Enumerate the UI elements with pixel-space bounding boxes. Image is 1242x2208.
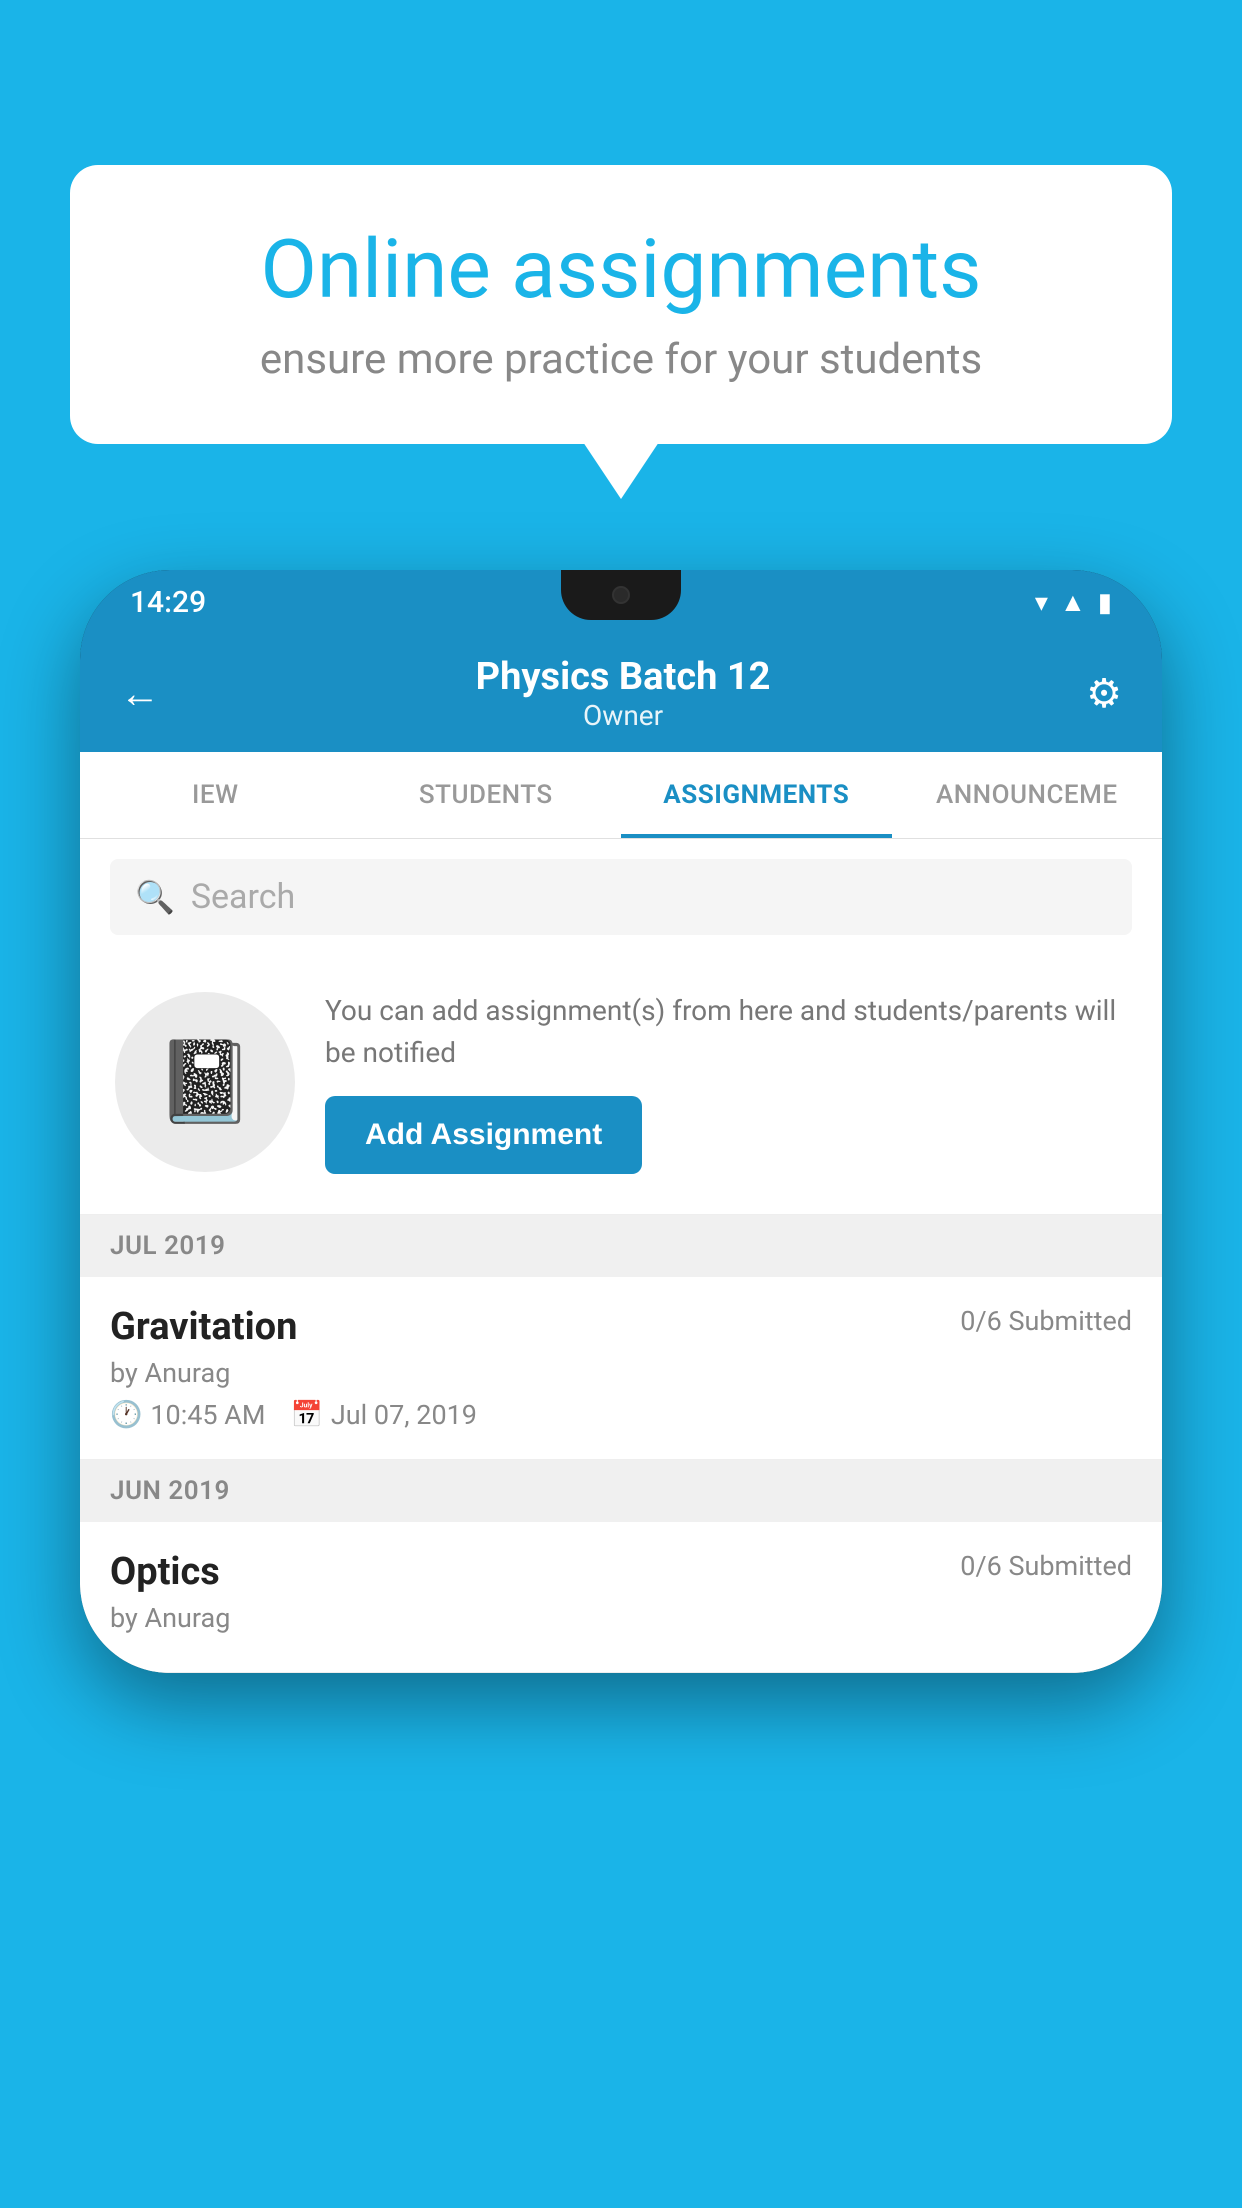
status-bar: 14:29 ▾ ▲ ▮ — [80, 570, 1162, 635]
assignment-item-gravitation[interactable]: Gravitation 0/6 Submitted by Anurag 🕐 10… — [80, 1277, 1162, 1460]
assignment-icon-circle: 📓 — [115, 992, 295, 1172]
assignment-meta-gravitation: 🕐 10:45 AM 📅 Jul 07, 2019 — [110, 1399, 1132, 1431]
tabs-bar: IEW STUDENTS ASSIGNMENTS ANNOUNCEME — [80, 752, 1162, 839]
section-jul-2019: JUL 2019 — [80, 1215, 1162, 1277]
tab-students[interactable]: STUDENTS — [351, 752, 622, 838]
app-header: ← Physics Batch 12 Owner ⚙ — [80, 635, 1162, 752]
speech-bubble: Online assignments ensure more practice … — [70, 165, 1172, 444]
assignment-header-optics: Optics 0/6 Submitted — [110, 1550, 1132, 1594]
search-icon: 🔍 — [135, 878, 175, 916]
wifi-icon: ▾ — [1035, 588, 1048, 618]
add-assignment-button[interactable]: Add Assignment — [325, 1096, 642, 1174]
assignment-submitted-optics: 0/6 Submitted — [960, 1550, 1132, 1582]
book-icon: 📓 — [155, 1035, 255, 1129]
settings-icon[interactable]: ⚙ — [1086, 670, 1122, 717]
meta-time-gravitation: 🕐 10:45 AM — [110, 1399, 266, 1431]
assignment-name-gravitation: Gravitation — [110, 1305, 297, 1349]
search-container: 🔍 Search — [80, 839, 1162, 955]
status-notch — [561, 570, 681, 620]
cta-content: You can add assignment(s) from here and … — [325, 990, 1127, 1174]
assignment-name-optics: Optics — [110, 1550, 220, 1594]
signal-icon: ▲ — [1060, 587, 1086, 618]
assignment-item-optics[interactable]: Optics 0/6 Submitted by Anurag — [80, 1522, 1162, 1673]
assignment-by-gravitation: by Anurag — [110, 1357, 1132, 1389]
search-input-wrapper[interactable]: 🔍 Search — [110, 859, 1132, 935]
cta-card: 📓 You can add assignment(s) from here an… — [80, 955, 1162, 1215]
tab-assignments[interactable]: ASSIGNMENTS — [621, 752, 892, 838]
assignment-header-gravitation: Gravitation 0/6 Submitted — [110, 1305, 1132, 1349]
cta-description: You can add assignment(s) from here and … — [325, 990, 1127, 1074]
speech-bubble-container: Online assignments ensure more practice … — [70, 165, 1172, 444]
tab-iew[interactable]: IEW — [80, 752, 351, 838]
clock-icon: 🕐 — [110, 1400, 142, 1430]
assignment-by-optics: by Anurag — [110, 1602, 1132, 1634]
assignment-time-gravitation: 10:45 AM — [150, 1399, 265, 1431]
header-subtitle: Owner — [160, 699, 1086, 732]
phone-content: 🔍 Search 📓 You can add assignment(s) fro… — [80, 839, 1162, 1673]
back-button[interactable]: ← — [120, 670, 160, 717]
header-title-block: Physics Batch 12 Owner — [160, 655, 1086, 732]
notch-camera — [612, 586, 630, 604]
search-placeholder: Search — [191, 877, 295, 917]
speech-bubble-title: Online assignments — [140, 225, 1102, 315]
header-title: Physics Batch 12 — [160, 655, 1086, 699]
tab-announcements[interactable]: ANNOUNCEME — [892, 752, 1163, 838]
assignment-date-gravitation: Jul 07, 2019 — [331, 1399, 477, 1431]
phone-wrapper: 14:29 ▾ ▲ ▮ ← Physics Batch 12 Owner ⚙ I… — [80, 570, 1162, 1673]
battery-icon: ▮ — [1098, 588, 1112, 618]
calendar-icon: 📅 — [291, 1400, 323, 1430]
section-jun-2019: JUN 2019 — [80, 1460, 1162, 1522]
phone-frame: 14:29 ▾ ▲ ▮ ← Physics Batch 12 Owner ⚙ I… — [80, 570, 1162, 1673]
assignment-submitted-gravitation: 0/6 Submitted — [960, 1305, 1132, 1337]
status-time: 14:29 — [130, 585, 206, 620]
speech-bubble-subtitle: ensure more practice for your students — [140, 335, 1102, 384]
status-icons: ▾ ▲ ▮ — [1035, 587, 1112, 618]
meta-date-gravitation: 📅 Jul 07, 2019 — [291, 1399, 477, 1431]
